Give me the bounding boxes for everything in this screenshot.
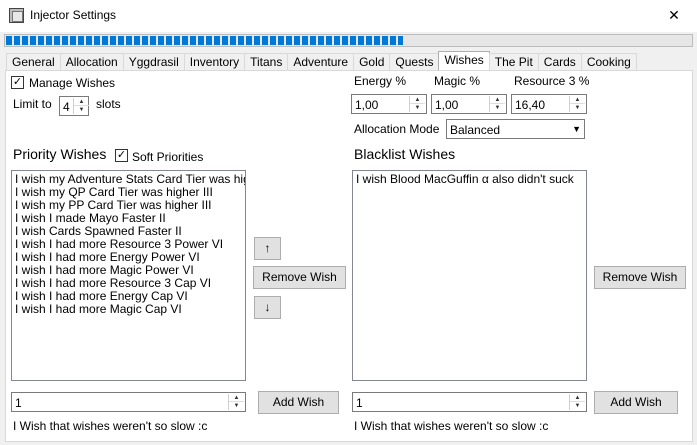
priority-wish-id-value: 1	[15, 396, 22, 410]
allocation-mode-value: Balanced	[450, 123, 501, 137]
blacklist-wishes-heading: Blacklist Wishes	[354, 146, 456, 162]
list-item[interactable]: I wish Blood MacGuffin α also didn't suc…	[353, 173, 586, 186]
tab-gold[interactable]: Gold	[353, 53, 391, 71]
energy-up-icon[interactable]: ▲	[410, 96, 425, 104]
limit-down-icon[interactable]: ▼	[74, 106, 89, 114]
progress-fill	[6, 36, 404, 45]
energy-ratio-stepper[interactable]: 1,00 ▲ ▼	[351, 94, 427, 114]
window-title: Injector Settings	[30, 8, 117, 22]
tab-the-pit[interactable]: The Pit	[488, 53, 539, 71]
move-up-button[interactable]: ↑	[254, 237, 281, 260]
magic-ratio-value: 1,00	[435, 98, 459, 112]
energy-ratio-label: Energy %	[354, 74, 407, 88]
priority-status-text: I Wish that wishes weren't so slow :c	[13, 419, 208, 433]
resource-ratio-stepper[interactable]: 16,40 ▲ ▼	[511, 94, 587, 114]
priority-id-down-icon[interactable]: ▼	[229, 402, 244, 410]
tab-cooking[interactable]: Cooking	[580, 53, 637, 71]
remove-blacklist-wish-button[interactable]: Remove Wish	[594, 266, 686, 289]
blacklist-wishes-list[interactable]: I wish Blood MacGuffin α also didn't suc…	[352, 170, 587, 381]
app-icon	[9, 8, 24, 23]
resource-down-icon[interactable]: ▼	[570, 104, 585, 112]
manage-wishes-label: Manage Wishes	[29, 76, 116, 90]
limit-suffix: slots	[96, 97, 121, 111]
tab-allocation[interactable]: Allocation	[59, 53, 124, 71]
move-down-button[interactable]: ↓	[254, 296, 281, 319]
list-item[interactable]: I wish I had more Magic Cap VI	[12, 303, 245, 316]
blacklist-status-text: I Wish that wishes weren't so slow :c	[354, 419, 549, 433]
soft-priorities-label: Soft Priorities	[132, 150, 204, 164]
tab-titans[interactable]: Titans	[244, 53, 289, 71]
add-blacklist-wish-button[interactable]: Add Wish	[594, 391, 678, 414]
remove-priority-wish-button[interactable]: Remove Wish	[253, 266, 346, 289]
limit-label: Limit to	[13, 97, 52, 111]
limit-value: 4	[63, 100, 70, 114]
resource-ratio-value: 16,40	[515, 98, 546, 112]
blacklist-wish-id-stepper[interactable]: 1 ▲ ▼	[352, 392, 587, 412]
tab-adventure[interactable]: Adventure	[287, 53, 355, 71]
blacklist-wish-id-value: 1	[356, 396, 363, 410]
resource-ratio-label: Resource 3 %	[514, 74, 590, 88]
energy-down-icon[interactable]: ▼	[410, 104, 425, 112]
manage-wishes-checkbox[interactable]: ✓	[11, 76, 24, 89]
priority-wishes-list[interactable]: I wish my Adventure Stats Card Tier was …	[11, 170, 246, 381]
blacklist-id-up-icon[interactable]: ▲	[570, 394, 585, 402]
tab-general[interactable]: General	[6, 53, 61, 71]
magic-ratio-label: Magic %	[434, 74, 481, 88]
resource-up-icon[interactable]: ▲	[570, 96, 585, 104]
soft-priorities-checkbox[interactable]: ✓	[115, 149, 128, 162]
tab-strip: General Allocation Yggdrasil Inventory T…	[6, 51, 637, 71]
add-priority-wish-button[interactable]: Add Wish	[258, 391, 339, 414]
energy-ratio-value: 1,00	[355, 98, 379, 112]
priority-wish-id-stepper[interactable]: 1 ▲ ▼	[11, 392, 246, 412]
progress-bar	[4, 34, 693, 47]
tab-inventory[interactable]: Inventory	[183, 53, 246, 71]
magic-ratio-stepper[interactable]: 1,00 ▲ ▼	[431, 94, 507, 114]
magic-down-icon[interactable]: ▼	[490, 104, 505, 112]
allocation-mode-select[interactable]: Balanced ▼	[446, 119, 585, 139]
limit-up-icon[interactable]: ▲	[74, 98, 89, 106]
title-bar: Injector Settings ✕	[0, 0, 697, 32]
close-icon[interactable]: ✕	[651, 0, 697, 31]
tab-cards[interactable]: Cards	[537, 53, 582, 71]
limit-stepper[interactable]: 4 ▲ ▼	[59, 96, 89, 116]
blacklist-id-down-icon[interactable]: ▼	[570, 402, 585, 410]
tab-yggdrasil[interactable]: Yggdrasil	[122, 53, 185, 71]
tab-quests[interactable]: Quests	[389, 53, 440, 71]
tab-wishes[interactable]: Wishes	[438, 51, 490, 71]
priority-wishes-heading: Priority Wishes	[13, 146, 107, 162]
magic-up-icon[interactable]: ▲	[490, 96, 505, 104]
chevron-down-icon: ▼	[572, 124, 581, 134]
priority-id-up-icon[interactable]: ▲	[229, 394, 244, 402]
allocation-mode-label: Allocation Mode	[354, 122, 440, 136]
